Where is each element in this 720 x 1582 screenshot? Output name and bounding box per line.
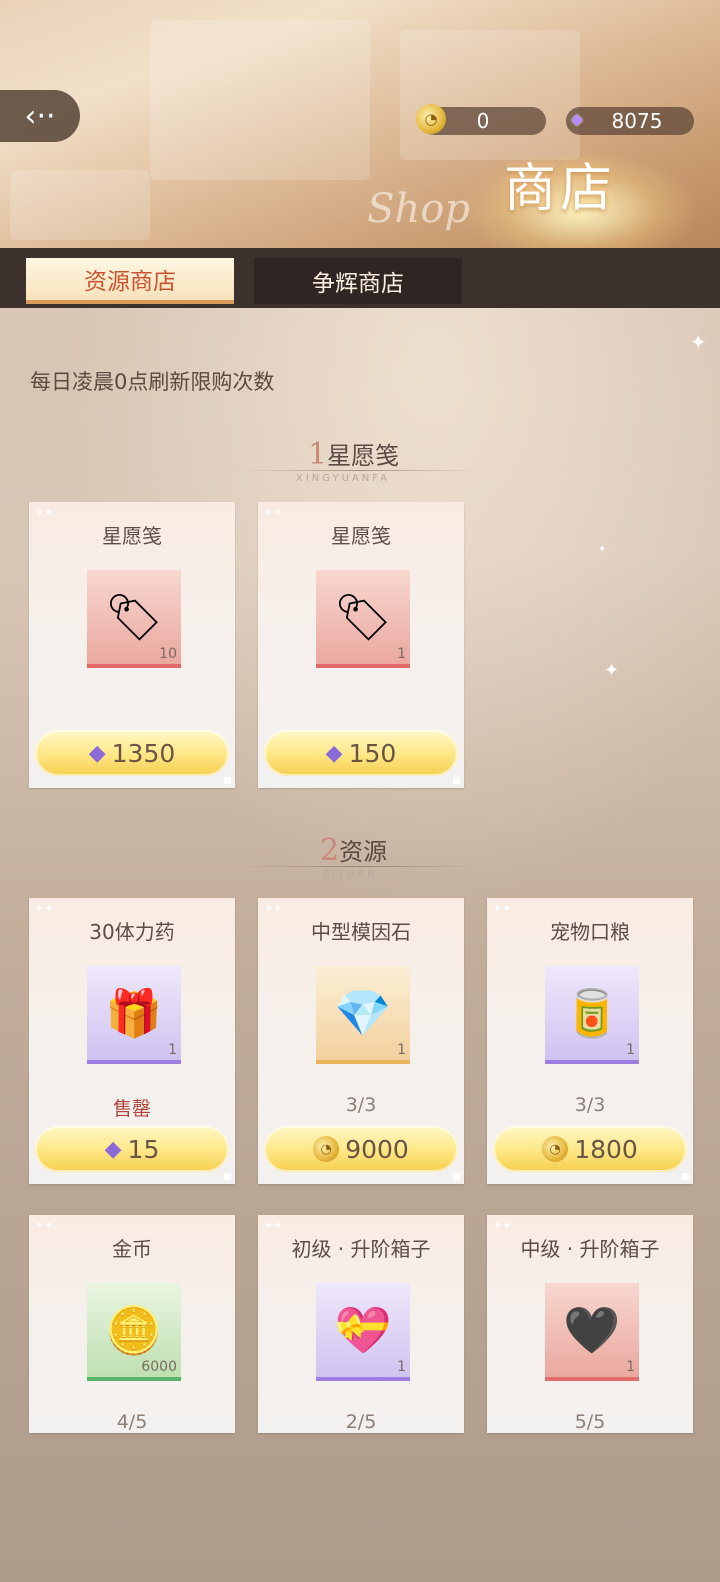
item-name: 星愿笺 [331, 524, 391, 548]
sparkle-icon: ✦ [598, 544, 607, 555]
shop-item-card[interactable]: ✦✦ 星愿笺 🏷 1 ◆ 150 [258, 502, 464, 788]
item-quantity: 1 [168, 1042, 177, 1058]
shop-title-en: Shop [367, 186, 470, 232]
buy-button[interactable]: ◆ 150 [264, 730, 458, 776]
item-name: 金币 [112, 1237, 152, 1261]
item-thumbnail: 🪙 6000 [87, 1283, 181, 1381]
buy-button[interactable]: ◔ 9000 [264, 1126, 458, 1172]
coin-icon: ◔ [542, 1136, 569, 1162]
dark-heart-chocolate-box-icon: 🖤 [563, 1302, 621, 1357]
cake-box-icon: 🎁 [105, 985, 163, 1040]
tab-bar: 资源商店 争辉商店 [0, 248, 720, 308]
item-name: 中型模因石 [311, 920, 411, 944]
item-quantity: 1 [397, 1359, 406, 1375]
section-1-divider [240, 470, 480, 471]
gem-balance: ◆ 8075 [566, 107, 694, 135]
shop-item-card[interactable]: ✦✦ 中级 · 升阶箱子 🖤 1 5/5 [487, 1215, 693, 1433]
price-value: 150 [348, 738, 397, 768]
section-1-index: 1 [308, 437, 328, 472]
item-thumbnail: 🏷 10 [87, 570, 181, 668]
coin-icon: ◔ [416, 104, 446, 134]
price-value: 1800 [574, 1134, 638, 1164]
sparkle-icon: ✦✦ [493, 902, 512, 915]
sparkle-icon: ✦✦ [264, 902, 283, 915]
back-button[interactable]: ‹·· [0, 90, 80, 142]
item-thumbnail: 🎁 1 [87, 966, 181, 1064]
item-quantity: 10 [159, 646, 177, 662]
section-1-label: 星愿笺 [327, 442, 400, 470]
refresh-notice: 每日凌晨0点刷新限购次数 [30, 370, 275, 394]
section-1-subtitle: XINGYUANFA [296, 473, 390, 484]
shop-item-card[interactable]: ✦✦ 宠物口粮 🥫 1 3/3 ◔ 1800 [487, 898, 693, 1184]
sold-out-label: 售罄 [112, 1098, 151, 1120]
sparkle-icon: ✦✦ [35, 1219, 54, 1232]
buy-button[interactable]: ◆ 1350 [35, 730, 229, 776]
tab-resource-shop[interactable]: 资源商店 [26, 258, 234, 304]
item-quantity: 1 [397, 646, 406, 662]
wish-tag-icon: 🏷 [333, 589, 393, 644]
item-quantity: 1 [626, 1042, 635, 1058]
sparkle-icon: ✦✦ [35, 506, 54, 519]
coin-icon: ◔ [313, 1136, 340, 1162]
shop-title: 商店 [503, 159, 616, 219]
gem-icon: ◆ [88, 740, 106, 766]
section-1-title: 1星愿笺 [308, 436, 399, 472]
price-value: 15 [127, 1134, 160, 1164]
item-thumbnail: 🥫 1 [545, 966, 639, 1064]
item-thumbnail: 🏷 1 [316, 570, 410, 668]
purchase-limit: 2/5 [345, 1411, 377, 1433]
section-2-subtitle: ZIYUAN [322, 869, 378, 880]
shop-item-card[interactable]: ✦✦ 星愿笺 🏷 10 ◆ 1350 [29, 502, 235, 788]
crystal-cube-icon: 💎 [334, 985, 392, 1040]
coin-balance: ◔ 0 [416, 104, 546, 135]
shop-item-card[interactable]: ✦✦ 中型模因石 💎 1 3/3 ◔ 9000 [258, 898, 464, 1184]
item-thumbnail: 💎 1 [316, 966, 410, 1064]
item-quantity: 1 [397, 1042, 406, 1058]
sparkle-icon: ✦✦ [264, 1219, 283, 1232]
gem-icon: ◆ [325, 740, 343, 766]
pet-food-can-icon: 🥫 [563, 985, 621, 1040]
section-2-index: 2 [320, 833, 340, 868]
section-2-label: 资源 [339, 838, 388, 866]
buy-button[interactable]: ◆ 15 [35, 1126, 229, 1172]
purchase-limit: 4/5 [116, 1411, 148, 1433]
purchase-limit: 3/3 [345, 1094, 377, 1116]
buy-button[interactable]: ◔ 1800 [493, 1126, 687, 1172]
item-thumbnail: 🖤 1 [545, 1283, 639, 1381]
back-arrow-icon: ‹·· [24, 98, 56, 134]
item-name: 星愿笺 [102, 524, 162, 548]
purchase-limit: 3/3 [574, 1094, 606, 1116]
sparkle-icon: ✦✦ [264, 506, 283, 519]
price-value: 1350 [111, 738, 176, 768]
gem-icon: ◆ [571, 110, 583, 128]
coin-balance-value: 0 [476, 109, 490, 133]
tab-glory-shop[interactable]: 争辉商店 [254, 258, 462, 304]
sparkle-icon: ✦✦ [35, 902, 54, 915]
heart-chocolate-box-icon: 💝 [334, 1302, 392, 1357]
shop-item-card[interactable]: ✦✦ 初级 · 升阶箱子 💝 1 2/5 [258, 1215, 464, 1433]
item-quantity: 6000 [141, 1359, 177, 1375]
item-thumbnail: 💝 1 [316, 1283, 410, 1381]
section-2-title: 2资源 [320, 832, 387, 868]
shop-item-card[interactable]: ✦✦ 金币 🪙 6000 4/5 [29, 1215, 235, 1433]
item-name: 中级 · 升阶箱子 [520, 1237, 660, 1261]
gem-icon: ◆ [104, 1136, 122, 1162]
gem-balance-value: 8075 [611, 109, 663, 133]
section-2-divider [240, 866, 480, 867]
item-name: 初级 · 升阶箱子 [291, 1237, 431, 1261]
sparkle-icon: ✦✦ [493, 1219, 512, 1232]
sparkle-icon: ✦ [604, 660, 620, 681]
item-name: 宠物口粮 [550, 920, 630, 944]
purchase-limit: 5/5 [574, 1411, 606, 1433]
sparkle-icon: ✦ [690, 330, 707, 354]
price-value: 9000 [345, 1134, 409, 1164]
item-name: 30体力药 [89, 920, 175, 944]
item-quantity: 1 [626, 1359, 635, 1375]
shop-item-card[interactable]: ✦✦ 30体力药 🎁 1 售罄 ◆ 15 [29, 898, 235, 1184]
